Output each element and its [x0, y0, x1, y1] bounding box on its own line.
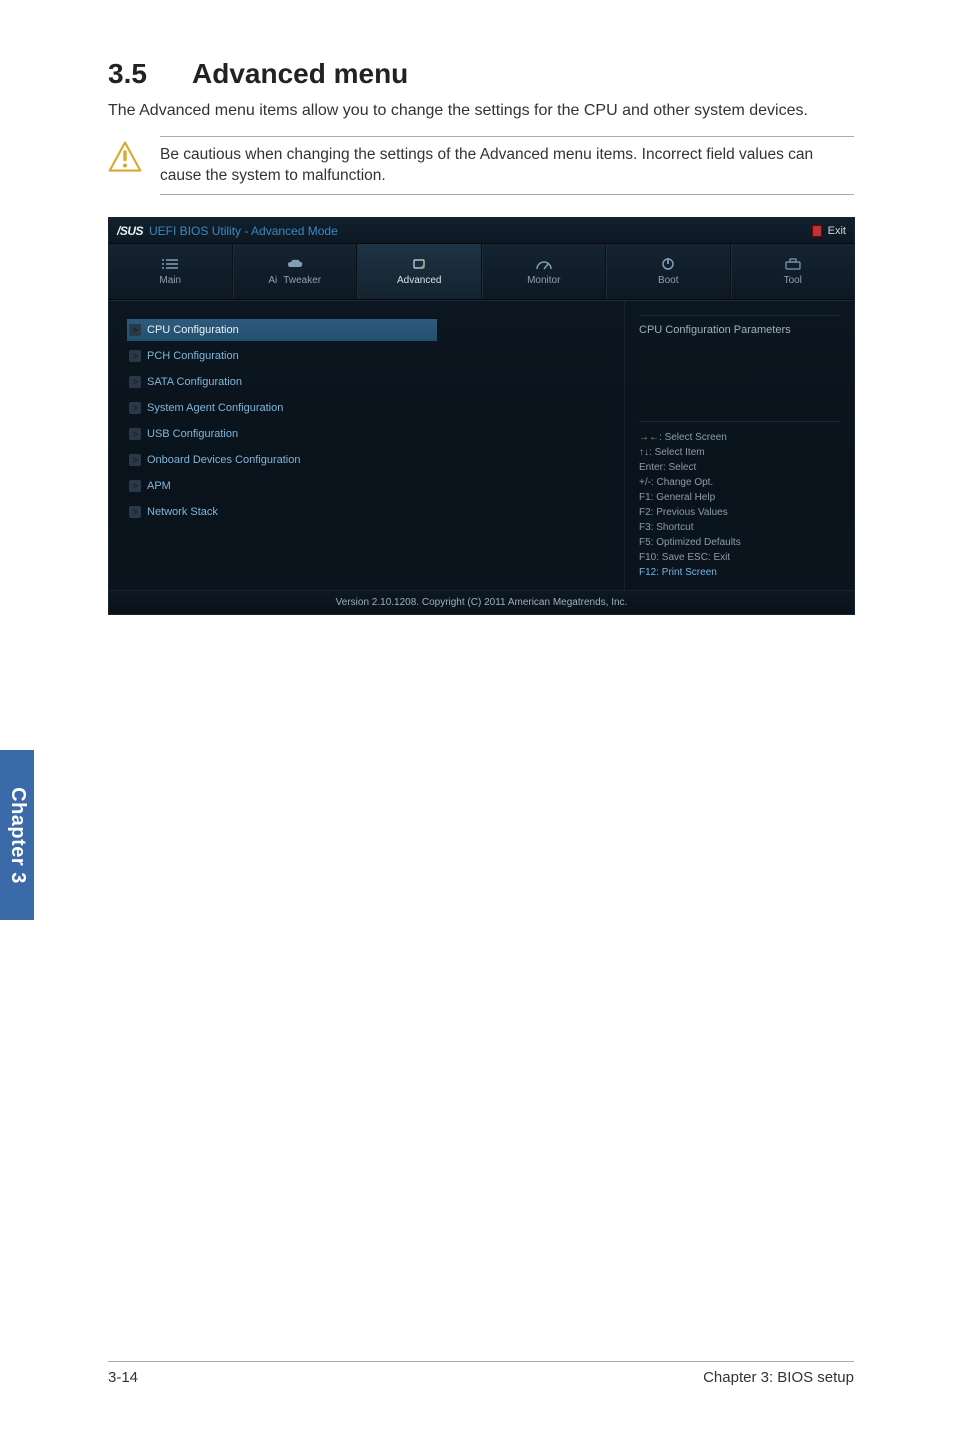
- power-icon: [659, 257, 677, 271]
- chevron-right-icon: >: [129, 324, 141, 336]
- caution-note: Be cautious when changing the settings o…: [108, 136, 854, 196]
- chevron-right-icon: >: [129, 350, 141, 362]
- tab-main[interactable]: Main: [109, 244, 233, 299]
- chevron-right-icon: >: [129, 454, 141, 466]
- help-pane-title: CPU Configuration Parameters: [639, 315, 840, 344]
- bios-logo: /SUS: [117, 224, 143, 238]
- menu-item-usb-configuration[interactable]: > USB Configuration: [127, 423, 614, 445]
- menu-item-label: PCH Configuration: [147, 350, 239, 362]
- menu-item-network-stack[interactable]: > Network Stack: [127, 501, 614, 523]
- menu-item-pch-configuration[interactable]: > PCH Configuration: [127, 345, 614, 367]
- menu-item-label: SATA Configuration: [147, 376, 242, 388]
- page-number: 3-14: [108, 1369, 138, 1386]
- intro-text: The Advanced menu items allow you to cha…: [108, 100, 854, 122]
- bios-window: /SUS UEFI BIOS Utility - Advanced Mode E…: [108, 217, 855, 615]
- exit-icon: [812, 225, 822, 237]
- chevron-right-icon: >: [129, 428, 141, 440]
- chevron-right-icon: >: [129, 402, 141, 414]
- chevron-right-icon: >: [129, 376, 141, 388]
- section-number: 3.5: [108, 58, 192, 90]
- tab-ai-tweaker[interactable]: AiTweaker: [233, 244, 358, 299]
- tab-monitor[interactable]: Monitor: [482, 244, 607, 299]
- bios-help-pane: CPU Configuration Parameters →←: Select …: [624, 301, 854, 590]
- tab-label: Tool: [784, 275, 802, 286]
- tab-label: Monitor: [527, 275, 560, 286]
- chapter-side-tab: Chapter 3: [0, 750, 34, 920]
- page-footer: 3-14 Chapter 3: BIOS setup: [0, 1369, 954, 1386]
- chevron-right-icon: >: [129, 506, 141, 518]
- section-title: Advanced menu: [192, 58, 408, 89]
- tab-label: Main: [159, 275, 181, 286]
- menu-item-label: System Agent Configuration: [147, 402, 283, 414]
- list-icon: [161, 257, 179, 271]
- tab-label: AiTweaker: [268, 275, 321, 286]
- tab-advanced[interactable]: Advanced: [357, 244, 482, 299]
- menu-item-label: USB Configuration: [147, 428, 238, 440]
- cloud-icon: [286, 257, 304, 271]
- bios-titlebar: /SUS UEFI BIOS Utility - Advanced Mode E…: [109, 218, 854, 244]
- bios-tabs: Main AiTweaker Advanced Monitor: [109, 244, 854, 300]
- toolbox-icon: [784, 257, 802, 271]
- key-hints: →←: Select Screen ↑↓: Select Item Enter:…: [639, 421, 840, 580]
- menu-item-label: Onboard Devices Configuration: [147, 454, 300, 466]
- bios-menu-list: > CPU Configuration > PCH Configuration …: [109, 301, 624, 590]
- exit-label: Exit: [828, 225, 846, 237]
- tab-label: Boot: [658, 275, 679, 286]
- gauge-icon: [535, 257, 553, 271]
- bios-title: UEFI BIOS Utility - Advanced Mode: [149, 224, 338, 238]
- menu-item-label: CPU Configuration: [147, 324, 239, 336]
- caution-icon: [108, 136, 144, 179]
- bios-footer: Version 2.10.1208. Copyright (C) 2011 Am…: [109, 590, 854, 614]
- menu-item-sata-configuration[interactable]: > SATA Configuration: [127, 371, 614, 393]
- page-footer-title: Chapter 3: BIOS setup: [703, 1369, 854, 1386]
- caution-text: Be cautious when changing the settings o…: [160, 136, 854, 196]
- menu-item-label: APM: [147, 480, 171, 492]
- chapter-side-label: Chapter 3: [6, 787, 29, 884]
- menu-item-onboard-devices-configuration[interactable]: > Onboard Devices Configuration: [127, 449, 614, 471]
- section-heading: 3.5Advanced menu: [108, 58, 854, 90]
- chip-icon: [410, 257, 428, 271]
- chevron-right-icon: >: [129, 480, 141, 492]
- tab-label: Advanced: [397, 275, 441, 286]
- exit-button[interactable]: Exit: [812, 225, 846, 237]
- menu-item-label: Network Stack: [147, 506, 218, 518]
- menu-item-apm[interactable]: > APM: [127, 475, 614, 497]
- tab-tool[interactable]: Tool: [731, 244, 855, 299]
- tab-boot[interactable]: Boot: [606, 244, 731, 299]
- menu-item-system-agent-configuration[interactable]: > System Agent Configuration: [127, 397, 614, 419]
- menu-item-cpu-configuration[interactable]: > CPU Configuration: [127, 319, 437, 341]
